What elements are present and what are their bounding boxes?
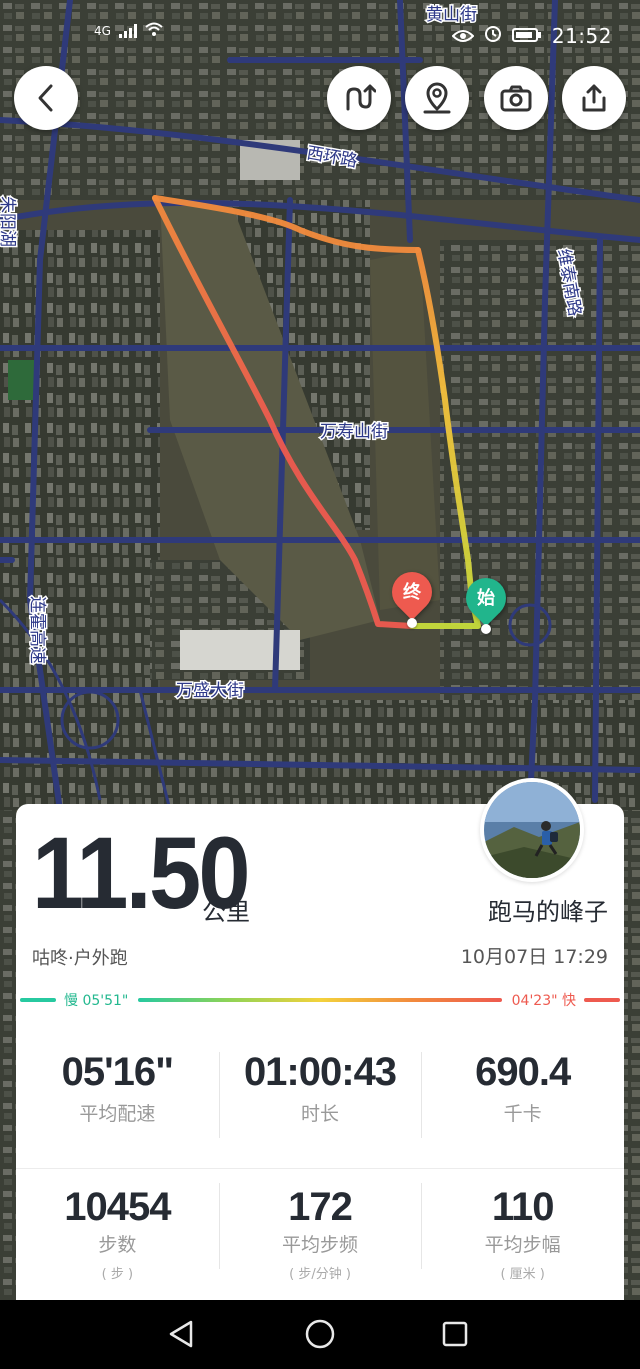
square-recents-icon <box>442 1321 468 1347</box>
run-summary-card: 11.50 公里 咕咚·户外跑 跑马的峰子 10月07日 17:29 慢 05'… <box>16 778 624 1300</box>
end-marker-label: 终 <box>403 582 421 603</box>
stat-unit: ( 步 ) <box>101 1267 134 1282</box>
stat-value: 690.4 <box>475 1050 571 1094</box>
stat-unit: ( 厘米 ) <box>500 1267 545 1282</box>
stat-value: 05'16" <box>61 1050 174 1094</box>
stat-label: 千卡 <box>503 1103 542 1125</box>
stat-value: 01:00:43 <box>243 1050 397 1094</box>
stat-steps: 10454 步数 ( 步 ) <box>16 1169 219 1298</box>
stat-stride: 110 平均步幅 ( 厘米 ) <box>421 1169 624 1298</box>
battery-icon <box>511 24 542 48</box>
stat-label: 步数 <box>98 1234 137 1256</box>
route-toggle-button[interactable] <box>327 66 391 130</box>
nav-back-button[interactable] <box>162 1314 202 1354</box>
start-marker[interactable]: 始 <box>457 569 515 634</box>
eye-icon <box>451 24 475 48</box>
circle-home-icon <box>305 1319 335 1349</box>
camera-icon <box>500 85 532 112</box>
pace-scale: 慢 05'51" 04'23" 快 <box>20 990 620 1010</box>
share-button[interactable] <box>562 66 626 130</box>
wifi-icon <box>145 22 163 39</box>
nav-home-button[interactable] <box>300 1314 340 1354</box>
street-label-wansheng: 万盛大街 <box>176 681 244 701</box>
end-marker[interactable]: 终 <box>383 563 441 628</box>
camera-button[interactable] <box>484 66 548 130</box>
stat-label: 平均步幅 <box>484 1234 561 1256</box>
run-datetime: 10月07日 17:29 <box>460 946 608 968</box>
street-label-lianhuo: 连霍高速 <box>27 596 47 664</box>
pace-slow-label: 慢 05'51" <box>64 993 129 1009</box>
username[interactable]: 跑马的峰子 <box>488 892 608 927</box>
stats-grid: 05'16" 平均配速 01:00:43 时长 690.4 千卡 10454 步… <box>16 1038 624 1298</box>
distance-unit: 公里 <box>202 898 250 926</box>
pace-fast-label: 04'23" 快 <box>511 993 576 1009</box>
stat-value: 10454 <box>64 1185 171 1229</box>
triangle-back-icon <box>169 1320 193 1348</box>
location-button[interactable] <box>405 66 469 130</box>
route-icon <box>346 84 376 111</box>
alarm-icon <box>484 24 502 48</box>
stat-label: 平均步频 <box>282 1234 359 1256</box>
back-button[interactable] <box>14 66 78 130</box>
stat-cadence: 172 平均步频 ( 步/分钟 ) <box>218 1169 422 1298</box>
share-icon <box>582 84 606 112</box>
system-nav-bar <box>0 1300 640 1369</box>
avatar-photo <box>484 782 580 878</box>
start-marker-label: 始 <box>477 588 495 609</box>
location-pin-icon <box>423 82 451 114</box>
run-type-label: 咕咚·户外跑 <box>32 948 128 969</box>
nav-recents-button[interactable] <box>435 1314 475 1354</box>
stat-value: 110 <box>491 1185 555 1229</box>
stat-value: 172 <box>288 1185 353 1229</box>
stat-duration: 01:00:43 时长 <box>218 1038 422 1168</box>
status-time: 21:52 <box>551 24 612 48</box>
stat-label: 平均配速 <box>79 1103 156 1125</box>
street-label-zhuyang: 朱阳湖 <box>0 196 17 247</box>
stat-label: 时长 <box>301 1103 340 1125</box>
network-label: 4G <box>94 23 111 38</box>
stats-row-secondary: 10454 步数 ( 步 ) 172 平均步频 ( 步/分钟 ) 110 平均步… <box>16 1168 624 1298</box>
chevron-left-icon <box>38 84 53 112</box>
stat-unit: ( 步/分钟 ) <box>289 1267 351 1282</box>
signal-icon <box>118 23 137 38</box>
street-label-wanshoushan: 万寿山街 <box>320 422 388 442</box>
stat-calories: 690.4 千卡 <box>421 1038 624 1168</box>
status-bar: 4G 21:52 <box>0 0 640 56</box>
stats-row-primary: 05'16" 平均配速 01:00:43 时长 690.4 千卡 <box>16 1038 624 1168</box>
stat-avg-pace: 05'16" 平均配速 <box>16 1038 219 1168</box>
avatar[interactable] <box>480 778 584 882</box>
pace-gradient-bar <box>138 998 502 1002</box>
